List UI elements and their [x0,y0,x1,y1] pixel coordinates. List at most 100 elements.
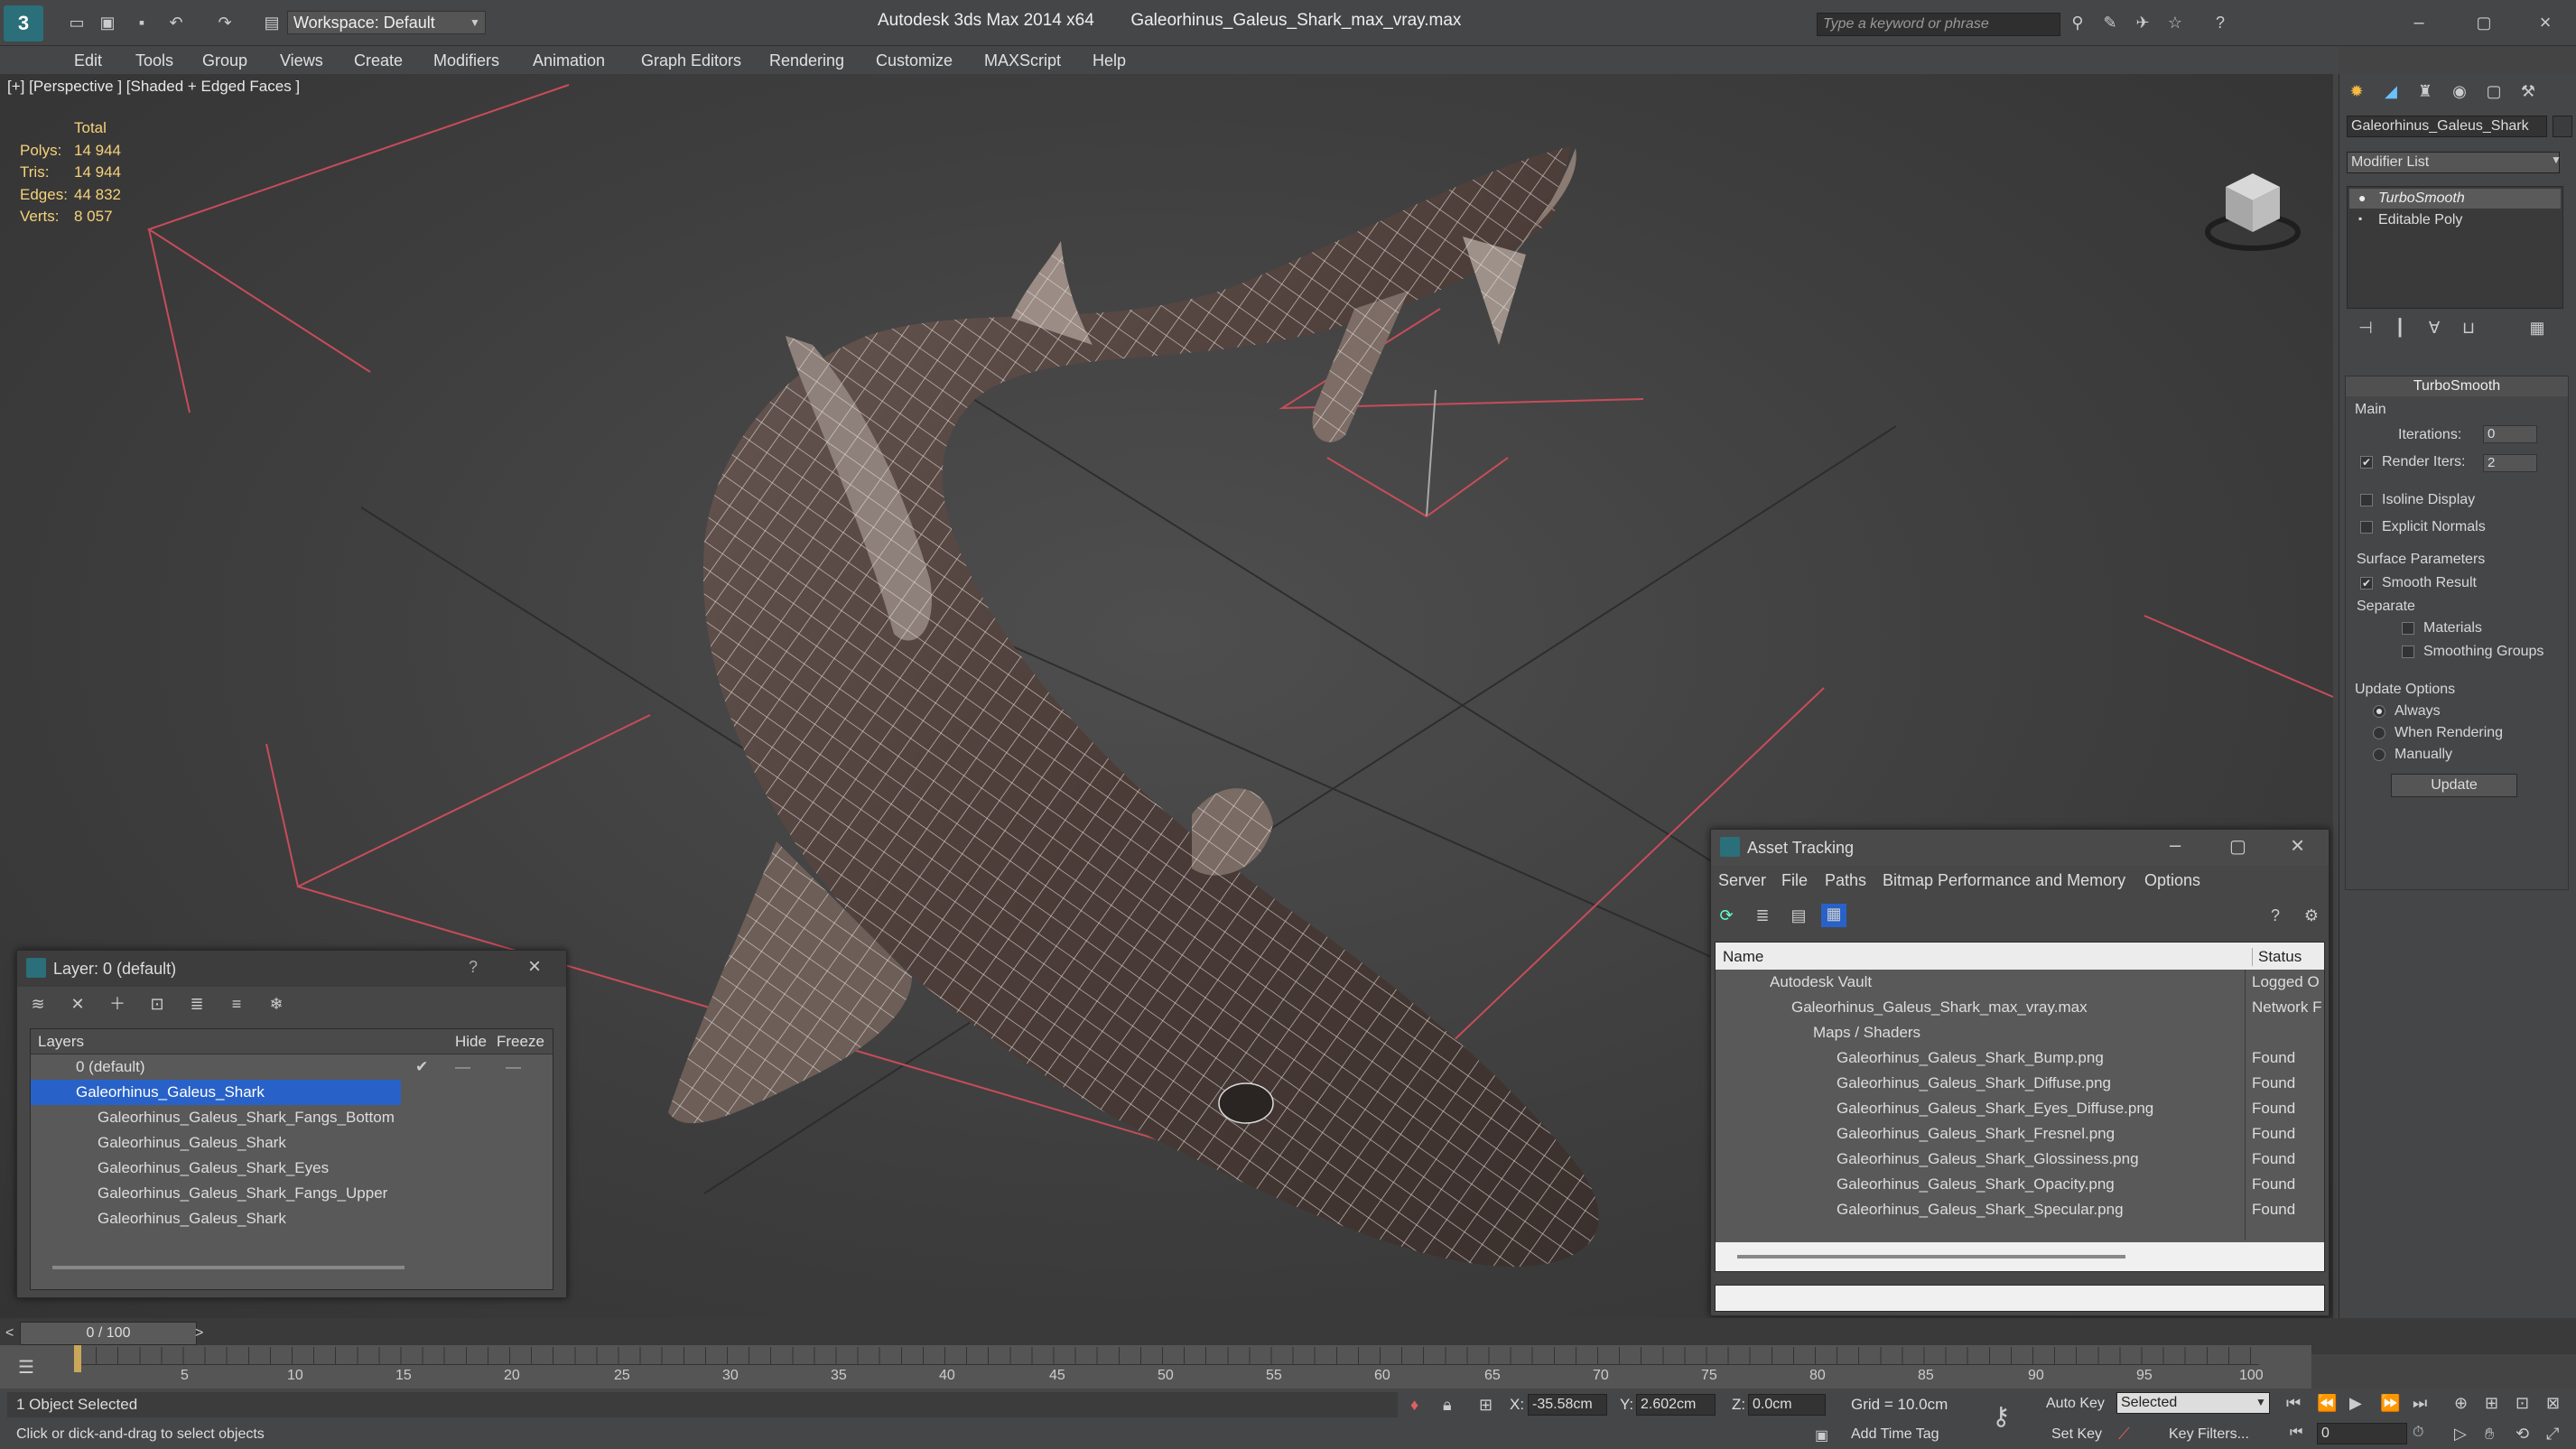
zoom-extents-icon[interactable]: ⊡ [2516,1394,2529,1413]
when-rendering-radio[interactable] [2373,727,2385,739]
render-iters-checkbox[interactable]: ✔ [2360,456,2373,469]
key-mode-icon[interactable]: ⏮ [2290,1425,2302,1441]
asset-col-name[interactable]: Name [1723,948,1763,966]
binoculars-icon[interactable]: ⚲ [2068,13,2088,33]
track-bar[interactable]: ☰ [0,1345,2311,1389]
play-icon[interactable]: ▶ [2349,1394,2362,1413]
layer-row[interactable]: 0 (default) ✔ — — [31,1054,553,1080]
layer-row[interactable]: Galeorhinus_Galeus_Shark_Fangs_Upper [31,1181,553,1206]
selection-set-chevron-icon[interactable]: ▼ [2255,1396,2266,1408]
subscription-icon[interactable]: ✎ [2100,13,2120,33]
bulb-icon[interactable]: ● [2358,190,2366,205]
maximize-viewport-icon[interactable]: ⤢ [2546,1425,2559,1444]
save-icon[interactable]: ▪ [132,13,152,33]
maxscript-listener[interactable] [7,1392,1398,1417]
expand-plus-icon[interactable]: ▪ [2358,212,2362,225]
asset-col-status[interactable]: Status [2252,948,2302,966]
object-name-field[interactable]: Galeorhinus_Galeus_Shark [2347,116,2547,137]
asset-close-icon[interactable]: × [2291,831,2304,859]
delete-layer-icon[interactable]: ✕ [68,994,88,1014]
orbit-icon[interactable]: ⟲ [2516,1425,2529,1444]
zoom-extents-all-icon[interactable]: ⊠ [2546,1394,2560,1413]
layer-row[interactable]: Galeorhinus_Galeus_Shark_Fangs_Bottom [31,1105,553,1130]
asset-row[interactable]: Galeorhinus_Galeus_Shark_Opacity.png Foun… [1716,1172,2324,1197]
key-icon[interactable]: ⚷ [1992,1401,2011,1431]
favorites-icon[interactable]: ☆ [2165,13,2185,33]
col-layers[interactable]: Layers [38,1033,84,1051]
modifier-list-dropdown[interactable]: Modifier List [2347,152,2560,173]
add-time-tag[interactable]: Add Time Tag [1851,1426,1939,1443]
menu-rendering[interactable]: Rendering [769,51,844,70]
always-radio[interactable] [2373,705,2385,718]
new-layer-icon[interactable]: ≋ [28,994,48,1014]
current-frame-field[interactable]: 0 [2317,1423,2407,1444]
update-button[interactable]: Update [2391,774,2517,797]
field-of-view-icon[interactable]: ▷ [2454,1425,2467,1444]
goto-start-icon[interactable]: ⏮ [2286,1394,2301,1413]
highlight-layer-icon[interactable]: ≣ [187,994,207,1014]
menu-graph-editors[interactable]: Graph Editors [641,51,741,70]
prev-key-icon[interactable]: ⏪ [2317,1394,2337,1413]
stack-item-turbosmooth[interactable]: TurboSmooth [2349,189,2561,209]
motion-tab-icon[interactable]: ◉ [2450,81,2469,101]
set-key-brush-icon[interactable]: ⟋ [2118,1425,2130,1444]
time-tag-icon[interactable]: ▣ [1815,1426,1828,1444]
asset-row[interactable]: Galeorhinus_Galeus_Shark_Eyes_Diffuse.pn… [1716,1096,2324,1121]
layer-row[interactable]: Galeorhinus_Galeus_Shark [31,1206,553,1231]
close-icon[interactable]: × [2535,13,2555,33]
asset-menu-paths[interactable]: Paths [1825,871,1866,890]
asset-menu-server[interactable]: Server [1718,871,1766,890]
smooth-result-checkbox[interactable]: ✔ [2360,577,2373,590]
asset-path-field[interactable] [1715,1285,2325,1312]
project-folder-icon[interactable]: ▤ [262,13,282,33]
zoom-all-icon[interactable]: ⊞ [2485,1394,2498,1413]
menu-animation[interactable]: Animation [533,51,605,70]
create-tab-icon[interactable]: ✹ [2347,81,2367,101]
asset-row[interactable]: Galeorhinus_Galeus_Shark_max_vray.max Net… [1716,995,2324,1020]
next-frame-icon[interactable]: > [195,1325,203,1342]
asset-row[interactable]: Galeorhinus_Galeus_Shark_Specular.png Fou… [1716,1197,2324,1222]
time-slider-thumb[interactable]: 0 / 100 [20,1322,197,1345]
select-in-layer-icon[interactable]: ⊡ [147,994,167,1014]
prev-frame-icon[interactable]: < [5,1325,14,1342]
menu-customize[interactable]: Customize [876,51,953,70]
freeze-all-icon[interactable]: ❄ [266,994,286,1014]
manually-radio[interactable] [2373,748,2385,761]
render-iters-spinner[interactable]: 2 [2483,454,2537,472]
list-view-icon[interactable]: ≣ [1753,906,1772,925]
layer-row[interactable]: Galeorhinus_Galeus_Shark_Eyes [31,1156,553,1181]
menu-group[interactable]: Group [202,51,247,70]
asset-scrollbar[interactable] [1716,1242,2324,1271]
make-unique-icon[interactable]: ∀ [2424,318,2444,338]
asset-row[interactable]: Maps / Shaders [1716,1020,2324,1045]
app-logo[interactable]: 3 [4,5,43,42]
zoom-icon[interactable]: ⊕ [2454,1394,2468,1413]
materials-checkbox[interactable] [2402,622,2414,635]
asset-row[interactable]: Autodesk Vault Logged O [1716,970,2324,995]
asset-maximize-icon[interactable]: ▢ [2229,835,2246,858]
asset-row[interactable]: Galeorhinus_Galeus_Shark_Glossiness.png F… [1716,1147,2324,1172]
menu-maxscript[interactable]: MAXScript [984,51,1061,70]
next-key-icon[interactable]: ⏩ [2380,1394,2400,1413]
hierarchy-tab-icon[interactable]: ♜ [2415,81,2435,101]
set-key-button[interactable]: Set Key [2051,1426,2102,1443]
isolate-icon[interactable]: ♦ [1410,1396,1418,1415]
goto-end-icon[interactable]: ⏭ [2413,1394,2427,1413]
layer-row[interactable]: Galeorhinus_Galeus_Shark [31,1130,553,1156]
viewport-label[interactable]: [+] [Perspective ] [Shaded + Edged Faces… [7,78,300,96]
smoothing-groups-checkbox[interactable] [2402,646,2414,658]
menu-tools[interactable]: Tools [135,51,173,70]
minimize-icon[interactable]: – [2409,13,2429,33]
asset-row[interactable]: Galeorhinus_Galeus_Shark_Fresnel.png Foun… [1716,1121,2324,1147]
refresh-icon[interactable]: ⟳ [1716,906,1736,925]
selection-set-dropdown[interactable]: Selected [2116,1392,2270,1414]
pin-stack-icon[interactable]: ⊣ [2356,318,2376,338]
asset-menu-file[interactable]: File [1781,871,1808,890]
menu-views[interactable]: Views [280,51,323,70]
remove-modifier-icon[interactable]: ⊔ [2459,318,2478,338]
add-to-layer-icon[interactable]: ＋ [107,994,127,1014]
open-file-icon[interactable]: ▣ [98,13,117,33]
undo-icon[interactable]: ↶ [166,13,186,33]
auto-key-button[interactable]: Auto Key [2046,1396,2105,1412]
asset-help-icon[interactable]: ? [2265,906,2285,925]
